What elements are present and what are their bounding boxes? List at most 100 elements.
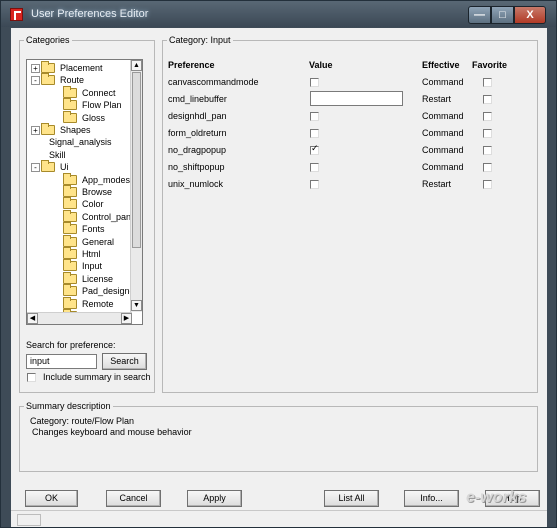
search-input[interactable]: input bbox=[26, 354, 97, 369]
favorite-checkbox[interactable] bbox=[483, 112, 492, 121]
preference-value-checkbox[interactable] bbox=[310, 129, 319, 138]
tree-item-label: Connect bbox=[82, 87, 116, 98]
category-panel-legend: Category: Input bbox=[167, 35, 233, 45]
tree-item-label: Flow Plan bbox=[82, 100, 122, 111]
list-all-button[interactable]: List All bbox=[324, 490, 379, 507]
tree-item-label: Input bbox=[82, 261, 103, 272]
expand-plus-icon[interactable]: + bbox=[31, 126, 40, 135]
tree-vertical-scrollbar[interactable]: ▲ ▼ bbox=[130, 60, 142, 312]
preference-name: cmd_linebuffer bbox=[168, 94, 227, 104]
ok-button[interactable]: OK bbox=[25, 490, 78, 507]
scroll-up-arrow-icon[interactable]: ▲ bbox=[131, 60, 142, 71]
info-button[interactable]: Info... bbox=[404, 490, 459, 507]
category-tree[interactable]: + Placement - Route Connect Flow Plan Gloss + Sh… bbox=[26, 59, 143, 325]
favorite-checkbox[interactable] bbox=[483, 129, 492, 138]
scroll-right-arrow-icon[interactable]: ▶ bbox=[121, 313, 132, 324]
preference-row: cmd_linebuffer Restart bbox=[163, 91, 529, 110]
title-bar[interactable]: User Preferences Editor — □ X bbox=[1, 1, 556, 27]
folder-icon bbox=[41, 123, 55, 135]
minimize-button[interactable]: — bbox=[468, 6, 491, 24]
preference-value-checkbox[interactable] bbox=[310, 112, 319, 121]
folder-icon bbox=[63, 185, 77, 197]
folder-icon bbox=[63, 85, 77, 98]
tree-item-label: Html bbox=[82, 249, 101, 259]
window-title: User Preferences Editor bbox=[31, 8, 149, 20]
search-label: Search for preference: bbox=[26, 340, 116, 350]
collapse-minus-icon[interactable]: - bbox=[31, 163, 40, 173]
status-panel bbox=[17, 514, 41, 526]
dialog-client: Categories + Placement - Route Connect Flow P… bbox=[11, 28, 547, 527]
folder-icon bbox=[63, 271, 77, 284]
preference-row: no_shiftpopup Command bbox=[163, 162, 529, 178]
favorite-checkbox[interactable] bbox=[483, 180, 492, 189]
preference-value-checkbox[interactable] bbox=[310, 144, 319, 155]
summary-legend: Summary description bbox=[24, 401, 113, 411]
apply-button[interactable]: Apply bbox=[187, 490, 242, 507]
tree-item-label: Browse bbox=[82, 187, 113, 197]
tree-item-label: Placement bbox=[60, 63, 103, 73]
preference-value-input[interactable] bbox=[310, 91, 403, 106]
scroll-thumb[interactable] bbox=[132, 72, 141, 248]
folder-icon bbox=[63, 209, 77, 222]
preference-value-checkbox[interactable] bbox=[310, 78, 319, 87]
category-panel: Category: Input Preference Value Effecti… bbox=[162, 35, 538, 393]
preference-row: unix_numlock Restart bbox=[163, 179, 529, 195]
categories-legend: Categories bbox=[24, 35, 72, 45]
summary-description: Changes keyboard and mouse behavior bbox=[32, 427, 192, 437]
folder-icon bbox=[63, 259, 77, 272]
preference-effective: Restart bbox=[422, 94, 452, 104]
tree-item-label: Gloss bbox=[82, 112, 106, 123]
preference-value-checkbox[interactable] bbox=[310, 163, 319, 172]
scroll-left-arrow-icon[interactable]: ◀ bbox=[27, 313, 38, 324]
folder-icon bbox=[41, 160, 55, 173]
window: User Preferences Editor — □ X Categories… bbox=[0, 0, 557, 528]
close-button[interactable]: X bbox=[514, 6, 546, 24]
folder-icon bbox=[63, 110, 77, 123]
tree-item-label: Skill bbox=[49, 149, 66, 160]
preference-row: no_dragpopup Command bbox=[163, 144, 529, 161]
tree-item-label: App_modes bbox=[82, 174, 131, 185]
preference-row: form_oldreturn Command bbox=[163, 128, 529, 144]
favorite-column-header: Favorite bbox=[472, 60, 508, 70]
preference-name: no_dragpopup bbox=[168, 145, 227, 155]
favorite-checkbox[interactable] bbox=[483, 146, 492, 155]
tree-horizontal-scrollbar[interactable]: ◀ ▶ bbox=[27, 312, 132, 324]
preference-value-checkbox[interactable] bbox=[310, 180, 319, 189]
preference-effective: Command bbox=[422, 145, 464, 155]
folder-icon bbox=[63, 234, 77, 247]
preference-name: no_shiftpopup bbox=[168, 162, 225, 172]
preference-name: unix_numlock bbox=[168, 179, 224, 189]
tree-item-label: Signal_analysis bbox=[49, 137, 112, 148]
preference-name: form_oldreturn bbox=[168, 128, 227, 138]
preference-effective: Command bbox=[422, 77, 464, 87]
tree-item-label: Route bbox=[60, 75, 85, 86]
maximize-button[interactable]: □ bbox=[491, 6, 514, 24]
folder-icon bbox=[63, 284, 77, 297]
folder-icon bbox=[63, 247, 77, 259]
preference-effective: Command bbox=[422, 128, 464, 138]
tree-item-label: General bbox=[82, 236, 115, 247]
tree-item-label: Ui bbox=[60, 162, 69, 173]
cancel-button[interactable]: Cancel bbox=[106, 490, 161, 507]
favorite-checkbox[interactable] bbox=[483, 78, 492, 87]
folder-icon bbox=[41, 73, 55, 86]
collapse-minus-icon[interactable]: - bbox=[31, 76, 40, 86]
app-icon bbox=[10, 8, 23, 21]
include-summary-label: Include summary in search bbox=[43, 372, 151, 382]
expand-plus-icon[interactable]: + bbox=[31, 64, 40, 73]
scroll-down-arrow-icon[interactable]: ▼ bbox=[131, 300, 142, 311]
summary-group: Summary description Category: route/Flow… bbox=[19, 401, 538, 472]
search-button[interactable]: Search bbox=[102, 353, 147, 370]
preference-name: canvascommandmode bbox=[168, 77, 259, 87]
favorite-checkbox[interactable] bbox=[483, 163, 492, 172]
summary-category: Category: route/Flow Plan bbox=[30, 416, 135, 426]
watermark-logo: e-works bbox=[466, 489, 527, 506]
preference-row: designhdl_pan Command bbox=[163, 111, 529, 127]
value-column-header: Value bbox=[309, 60, 333, 70]
favorite-checkbox[interactable] bbox=[483, 95, 492, 104]
include-summary-checkbox[interactable] bbox=[27, 373, 36, 382]
preference-effective: Command bbox=[422, 162, 464, 172]
folder-icon bbox=[63, 172, 77, 185]
effective-column-header: Effective bbox=[422, 60, 460, 70]
preference-column-header: Preference bbox=[168, 60, 215, 70]
